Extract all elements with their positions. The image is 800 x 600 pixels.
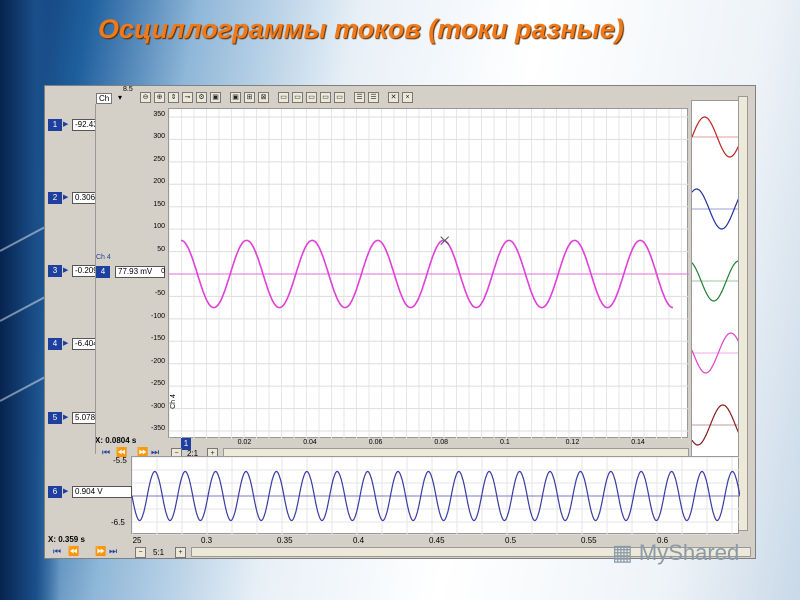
first-page-icon[interactable]: ⏮ — [102, 447, 110, 458]
bottom-last-page-icon[interactable]: ⏭ — [109, 546, 117, 557]
channel-number[interactable]: 3 — [48, 265, 62, 277]
y-tick-label: 300 — [153, 133, 165, 141]
bottom-x-tick-label: 0.45 — [429, 536, 445, 545]
bottom-y-bottom-label: -6.5 — [111, 518, 125, 527]
page-2-icon[interactable]: ▭ — [292, 92, 303, 103]
grid-alt-icon[interactable]: ▣ — [230, 92, 241, 103]
channel-value: 0.904 V — [72, 486, 132, 498]
measure-icon[interactable]: ⊞ — [244, 92, 255, 103]
bottom-first-page-icon[interactable]: ⏮ — [53, 546, 61, 557]
channel-arrow-icon[interactable]: ▶ — [63, 339, 71, 349]
page-3-icon[interactable]: ▭ — [306, 92, 317, 103]
bottom-zoom-in-icon[interactable]: + — [175, 547, 186, 558]
y-tick-label: 200 — [153, 178, 165, 186]
slide-title: Осциллограммы токов (токи разные) — [98, 14, 624, 44]
bottom-y-top-label: -5.5 — [113, 456, 127, 465]
bottom-prev-page-icon[interactable]: ⏪ — [68, 546, 79, 557]
page-5-icon[interactable]: ▭ — [334, 92, 345, 103]
column-divider — [95, 104, 96, 454]
bottom-x-tick-label: 0.55 — [581, 536, 597, 545]
y-tick-label: 250 — [153, 155, 165, 163]
stack-alt-icon[interactable]: ☰ — [368, 92, 379, 103]
bottom-x-tick-label: 25 — [132, 536, 142, 545]
close-icon[interactable]: × — [402, 92, 413, 103]
y-tick-label: -250 — [150, 380, 165, 388]
bottom-zoom-out-icon[interactable]: − — [135, 547, 146, 558]
main-plot[interactable] — [168, 108, 689, 439]
chevron-down-icon[interactable]: ▾ — [118, 93, 122, 102]
thumbnail-svg — [691, 116, 743, 446]
bottom-zoom: 5:1 — [153, 548, 165, 557]
y-tick-label: -150 — [150, 335, 165, 343]
channel-arrow-icon[interactable]: ▶ — [63, 193, 71, 203]
channel-number[interactable]: 6 — [48, 486, 62, 498]
settings-icon[interactable]: ⚙ — [196, 92, 207, 103]
x-tick-label: 0.02 — [237, 439, 252, 446]
y-tick-label: -300 — [150, 402, 165, 410]
x-tick-label: 0.1 — [500, 439, 510, 446]
y-tick-label: -50 — [154, 290, 165, 298]
bottom-x-tick-label: 0.4 — [353, 536, 365, 545]
bottom-cursor-x-readout: X: 0.359 s — [48, 535, 85, 544]
bottom-x-tick-label: 0.35 — [277, 536, 293, 545]
bottom-chart-svg — [131, 456, 741, 536]
watermark-text: MyShared — [638, 540, 740, 565]
channel-arrow-icon[interactable]: ▶ — [63, 413, 71, 423]
channel-arrow-icon[interactable]: ▶ — [63, 266, 71, 276]
channel-number[interactable]: 2 — [48, 192, 62, 204]
zoom-out-icon[interactable]: ⊖ — [140, 92, 151, 103]
page-4-icon[interactable]: ▭ — [320, 92, 331, 103]
bottom-plot[interactable] — [131, 456, 741, 536]
y-tick-label: -350 — [150, 425, 165, 432]
channel-value: 5.078 — [72, 412, 96, 424]
watermark: ▦ MyShared — [612, 540, 739, 566]
y-tick-label: -200 — [150, 357, 165, 365]
main-cursor-x-readout: X: 0.0804 s — [95, 436, 137, 445]
y-tick-label: 150 — [153, 200, 165, 208]
main-side-label: Ch 4 — [169, 394, 177, 409]
oscilloscope-window: Ch ▾ 8.5 Ch 4 4 Ch 4 77.93 mV 1 X: 0.080… — [44, 85, 756, 559]
grid-icon[interactable]: ▣ — [210, 92, 221, 103]
channel-arrow-icon[interactable]: ▶ — [63, 487, 71, 497]
x-tick-label: 0.08 — [434, 439, 449, 446]
axis-top-label: 8.5 — [123, 86, 133, 93]
x-tick-label: 0.06 — [368, 439, 383, 446]
y-tick-label: 0 — [161, 268, 165, 275]
main-channel-tag-label: Ch 4 — [96, 254, 111, 261]
channel-value: -92.43 — [72, 119, 96, 131]
y-tick-label: 50 — [157, 245, 165, 253]
channel-value: -6.404 — [72, 338, 96, 350]
channel-value: 0.306 — [72, 192, 96, 204]
channel-thumbnails — [691, 100, 743, 460]
channel-number[interactable]: 5 — [48, 412, 62, 424]
zoom-in-icon[interactable]: ⊕ — [154, 92, 165, 103]
channel-number[interactable]: 1 — [48, 119, 62, 131]
marker-icon[interactable]: ⊸ — [182, 92, 193, 103]
cursor-icon[interactable]: ⇕ — [168, 92, 179, 103]
x-tick-label: 0.12 — [565, 439, 580, 446]
main-chart-svg — [168, 109, 689, 439]
bottom-x-tick-label: 0.5 — [505, 536, 517, 545]
bottom-x-tick-label: 0.3 — [201, 536, 213, 545]
main-channel-tag[interactable]: 4 — [96, 266, 110, 278]
channel-value: -0.209 — [72, 265, 96, 277]
delete-icon[interactable]: ✕ — [388, 92, 399, 103]
x-tick-label: 0.04 — [303, 439, 317, 446]
channel-select[interactable]: Ch — [96, 93, 113, 104]
bottom-series-line — [131, 470, 741, 522]
channel-arrow-icon[interactable]: ▶ — [63, 120, 71, 130]
x-tick-label: 0.14 — [631, 439, 645, 446]
y-tick-label: 100 — [153, 223, 165, 231]
channel-number[interactable]: 4 — [48, 338, 62, 350]
watermark-logo-icon: ▦ — [612, 540, 639, 565]
y-tick-label: 350 — [153, 111, 165, 118]
y-tick-label: -100 — [150, 312, 165, 320]
bottom-next-page-icon[interactable]: ⏩ — [95, 546, 106, 557]
stack-icon[interactable]: ☰ — [354, 92, 365, 103]
page-1-icon[interactable]: ▭ — [278, 92, 289, 103]
measure-alt-icon[interactable]: ⊠ — [258, 92, 269, 103]
